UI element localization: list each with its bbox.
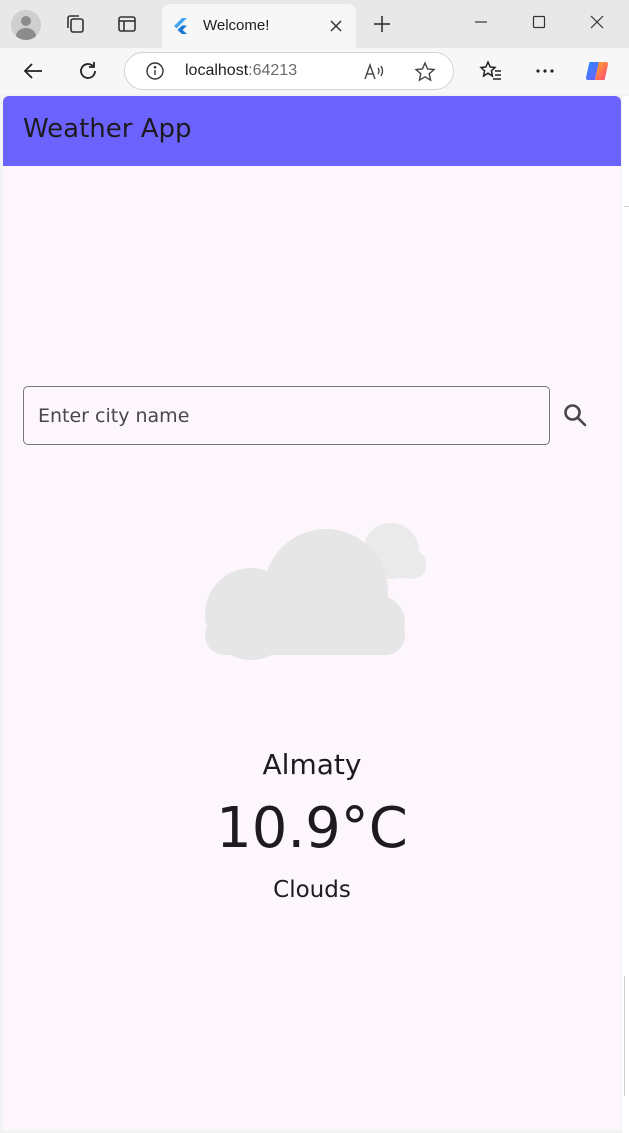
- browser-toolbar: localhost:64213: [0, 48, 629, 94]
- tab-title: Welcome!: [203, 17, 270, 34]
- city-name: Almaty: [262, 748, 362, 781]
- close-window-icon[interactable]: [582, 8, 612, 36]
- app-viewport: Weather App Almaty 10.9°C Clouds: [3, 96, 621, 1130]
- back-arrow-icon[interactable]: [20, 58, 46, 84]
- more-options-icon[interactable]: [532, 58, 558, 84]
- site-info-icon[interactable]: [145, 61, 165, 81]
- favorite-star-icon[interactable]: [413, 61, 437, 83]
- minimize-icon[interactable]: [466, 8, 496, 36]
- flutter-logo-icon: [172, 17, 190, 35]
- url-text[interactable]: localhost:64213: [185, 62, 297, 80]
- profile-avatar-icon[interactable]: [11, 10, 41, 40]
- workspaces-icon[interactable]: [63, 12, 87, 36]
- app-title: Weather App: [23, 114, 192, 144]
- tab-actions-icon[interactable]: [115, 12, 139, 36]
- cloud-icon: [199, 516, 431, 666]
- read-aloud-icon[interactable]: [363, 61, 387, 83]
- favorites-icon[interactable]: [478, 58, 504, 84]
- temperature: 10.9°C: [216, 796, 408, 861]
- address-bar[interactable]: localhost:64213: [124, 52, 454, 90]
- maximize-icon[interactable]: [524, 8, 554, 36]
- close-tab-icon[interactable]: [326, 16, 346, 36]
- refresh-icon[interactable]: [75, 58, 101, 84]
- copilot-icon[interactable]: [584, 58, 610, 84]
- search-icon[interactable]: [559, 399, 591, 431]
- new-tab-plus-icon[interactable]: [370, 12, 394, 36]
- city-search-input[interactable]: [23, 386, 550, 445]
- browser-title-bar: Welcome!: [0, 0, 629, 48]
- tab-welcome[interactable]: Welcome!: [162, 4, 356, 48]
- background-window-edge: [622, 96, 629, 1133]
- app-bar: Weather App: [3, 96, 621, 166]
- weather-description: Clouds: [273, 877, 351, 903]
